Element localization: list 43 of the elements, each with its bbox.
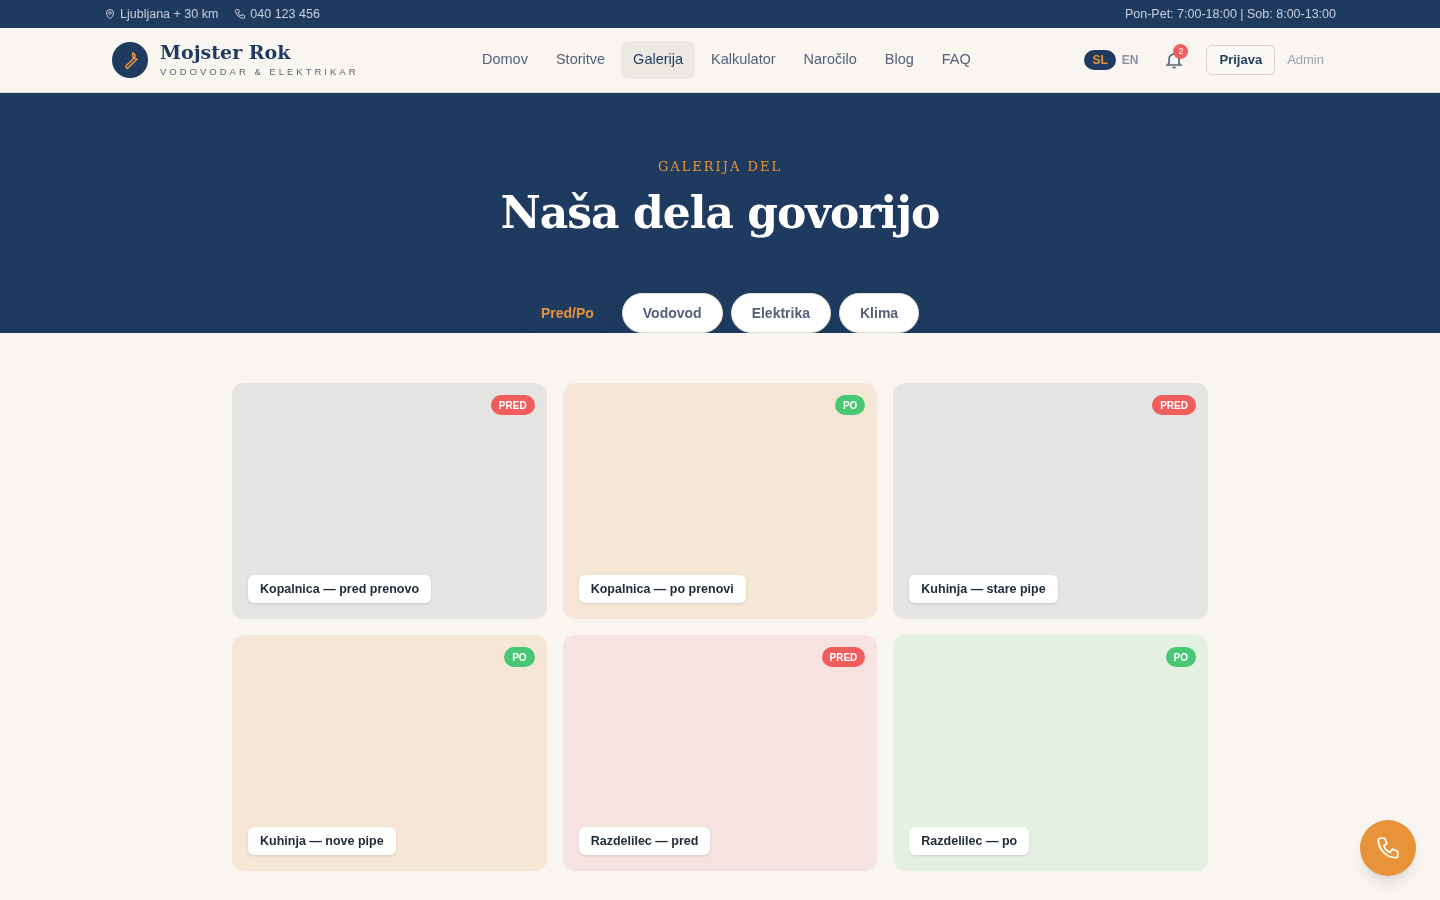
gallery-card[interactable]: PO Kopalnica — po prenovi (562, 383, 878, 619)
gallery-card[interactable]: PRED Kuhinja — stare pipe (893, 383, 1208, 619)
brand-tagline: VODOVODAR & ELEKTRIKAR (160, 64, 359, 79)
language-option[interactable]: SL (1084, 50, 1116, 70)
status-badge: PO (1165, 647, 1196, 667)
nav-link[interactable]: Kalkulator (699, 41, 788, 79)
status-badge: PO (504, 647, 535, 667)
wrench-logo-icon[interactable] (112, 42, 148, 78)
image-caption: Kuhinja — nove pipe (248, 827, 396, 855)
phone-icon (234, 8, 247, 20)
gallery-card[interactable]: PO Razdelilec — po (893, 635, 1208, 871)
filter-tab[interactable]: Pred/Po (520, 293, 614, 333)
status-badge: PO (834, 395, 866, 415)
gallery-card[interactable]: PRED Kopalnica — pred prenovo (232, 383, 547, 619)
brand-name[interactable]: Mojster Rok (160, 40, 359, 63)
filter-tab[interactable]: Klima (839, 293, 920, 333)
nav-link[interactable]: FAQ (929, 41, 983, 79)
nav-link[interactable]: Blog (872, 41, 926, 79)
login-button[interactable]: Prijava (1206, 45, 1276, 75)
hero-title: Naša dela govorijo (500, 185, 940, 240)
status-badge: PRED (821, 647, 866, 667)
filter-tab[interactable]: Vodovod (621, 293, 723, 333)
phone-number[interactable]: 040 123 456 (250, 4, 320, 24)
opening-hours: Pon-Pet: 7:00-18:00 | Sob: 8:00-13:00 (1124, 5, 1336, 23)
gallery-card[interactable]: PRED Razdelilec — pred (562, 635, 878, 871)
image-caption: Kopalnica — po prenovi (578, 575, 746, 603)
nav-link[interactable]: Storitve (543, 41, 618, 79)
image-caption: Razdelilec — pred (578, 827, 711, 855)
filter-tab[interactable]: Elektrika (730, 293, 831, 333)
image-caption: Kuhinja — stare pipe (909, 575, 1058, 603)
image-caption: Razdelilec — po (909, 827, 1030, 855)
nav-link[interactable]: Naročilo (791, 41, 869, 79)
hero-eyebrow: GALERIJA DEL (657, 158, 783, 176)
nav-link[interactable]: Domov (470, 41, 540, 79)
location-pin-icon (104, 8, 116, 20)
image-caption: Kopalnica — pred prenovo (248, 575, 432, 603)
notification-badge: 2 (1173, 44, 1189, 59)
status-badge: PRED (490, 395, 535, 415)
nav-link[interactable]: Galerija (621, 41, 696, 79)
gallery-card[interactable]: PO Kuhinja — nove pipe (232, 635, 547, 871)
location-text: Ljubljana + 30 km (120, 5, 219, 23)
phone-icon (1375, 835, 1401, 861)
status-badge: PRED (1152, 395, 1196, 415)
